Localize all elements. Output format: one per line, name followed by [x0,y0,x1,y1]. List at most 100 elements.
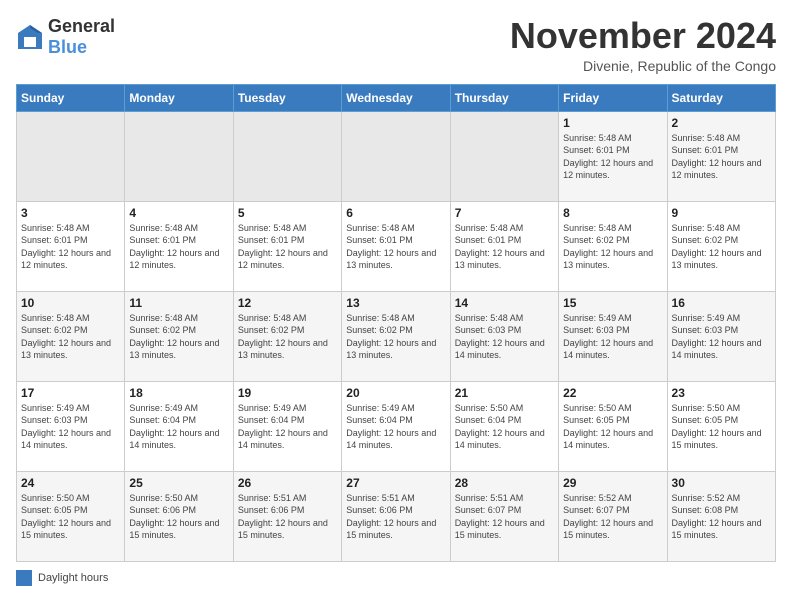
calendar-cell: 20 Sunrise: 5:49 AMSunset: 6:04 PMDaylig… [342,381,450,471]
calendar-day-header: Thursday [450,84,558,111]
calendar-cell: 9 Sunrise: 5:48 AMSunset: 6:02 PMDayligh… [667,201,775,291]
logo-blue: Blue [48,37,87,57]
day-detail: Sunrise: 5:50 AMSunset: 6:05 PMDaylight:… [21,492,120,542]
day-number: 19 [238,386,337,400]
day-detail: Sunrise: 5:48 AMSunset: 6:02 PMDaylight:… [346,312,445,362]
calendar-cell: 24 Sunrise: 5:50 AMSunset: 6:05 PMDaylig… [17,471,125,561]
calendar-week-row: 17 Sunrise: 5:49 AMSunset: 6:03 PMDaylig… [17,381,776,471]
day-number: 5 [238,206,337,220]
day-detail: Sunrise: 5:52 AMSunset: 6:07 PMDaylight:… [563,492,662,542]
day-number: 22 [563,386,662,400]
month-title: November 2024 [510,16,776,56]
day-detail: Sunrise: 5:50 AMSunset: 6:04 PMDaylight:… [455,402,554,452]
calendar-week-row: 10 Sunrise: 5:48 AMSunset: 6:02 PMDaylig… [17,291,776,381]
calendar-cell: 26 Sunrise: 5:51 AMSunset: 6:06 PMDaylig… [233,471,341,561]
day-number: 7 [455,206,554,220]
day-detail: Sunrise: 5:50 AMSunset: 6:05 PMDaylight:… [672,402,771,452]
day-number: 2 [672,116,771,130]
day-detail: Sunrise: 5:52 AMSunset: 6:08 PMDaylight:… [672,492,771,542]
location-title: Divenie, Republic of the Congo [510,58,776,74]
calendar-cell [17,111,125,201]
calendar-cell: 19 Sunrise: 5:49 AMSunset: 6:04 PMDaylig… [233,381,341,471]
calendar-cell [233,111,341,201]
day-number: 25 [129,476,228,490]
calendar-cell: 6 Sunrise: 5:48 AMSunset: 6:01 PMDayligh… [342,201,450,291]
calendar-cell: 25 Sunrise: 5:50 AMSunset: 6:06 PMDaylig… [125,471,233,561]
calendar-cell: 12 Sunrise: 5:48 AMSunset: 6:02 PMDaylig… [233,291,341,381]
day-number: 23 [672,386,771,400]
day-detail: Sunrise: 5:49 AMSunset: 6:04 PMDaylight:… [238,402,337,452]
calendar-day-header: Tuesday [233,84,341,111]
day-number: 29 [563,476,662,490]
day-number: 10 [21,296,120,310]
day-number: 16 [672,296,771,310]
day-number: 8 [563,206,662,220]
day-number: 24 [21,476,120,490]
calendar-cell: 7 Sunrise: 5:48 AMSunset: 6:01 PMDayligh… [450,201,558,291]
logo: General Blue [16,16,115,58]
logo-icon [16,23,44,51]
calendar-cell: 8 Sunrise: 5:48 AMSunset: 6:02 PMDayligh… [559,201,667,291]
day-detail: Sunrise: 5:48 AMSunset: 6:01 PMDaylight:… [238,222,337,272]
calendar-cell: 16 Sunrise: 5:49 AMSunset: 6:03 PMDaylig… [667,291,775,381]
day-detail: Sunrise: 5:48 AMSunset: 6:01 PMDaylight:… [129,222,228,272]
day-detail: Sunrise: 5:48 AMSunset: 6:02 PMDaylight:… [129,312,228,362]
calendar-cell: 15 Sunrise: 5:49 AMSunset: 6:03 PMDaylig… [559,291,667,381]
calendar-cell: 13 Sunrise: 5:48 AMSunset: 6:02 PMDaylig… [342,291,450,381]
calendar-table: SundayMondayTuesdayWednesdayThursdayFrid… [16,84,776,562]
day-detail: Sunrise: 5:48 AMSunset: 6:02 PMDaylight:… [672,222,771,272]
day-number: 20 [346,386,445,400]
calendar-cell: 27 Sunrise: 5:51 AMSunset: 6:06 PMDaylig… [342,471,450,561]
logo-general: General [48,16,115,36]
calendar-cell: 22 Sunrise: 5:50 AMSunset: 6:05 PMDaylig… [559,381,667,471]
calendar-cell: 28 Sunrise: 5:51 AMSunset: 6:07 PMDaylig… [450,471,558,561]
legend: Daylight hours [16,570,776,586]
day-detail: Sunrise: 5:48 AMSunset: 6:02 PMDaylight:… [563,222,662,272]
day-number: 18 [129,386,228,400]
logo-text: General Blue [48,16,115,58]
day-number: 6 [346,206,445,220]
calendar-cell [450,111,558,201]
day-detail: Sunrise: 5:48 AMSunset: 6:01 PMDaylight:… [563,132,662,182]
calendar-cell: 5 Sunrise: 5:48 AMSunset: 6:01 PMDayligh… [233,201,341,291]
day-detail: Sunrise: 5:49 AMSunset: 6:04 PMDaylight:… [346,402,445,452]
calendar-cell: 17 Sunrise: 5:49 AMSunset: 6:03 PMDaylig… [17,381,125,471]
title-area: November 2024 Divenie, Republic of the C… [510,16,776,74]
day-detail: Sunrise: 5:48 AMSunset: 6:01 PMDaylight:… [21,222,120,272]
calendar-cell: 10 Sunrise: 5:48 AMSunset: 6:02 PMDaylig… [17,291,125,381]
day-number: 17 [21,386,120,400]
calendar-cell: 11 Sunrise: 5:48 AMSunset: 6:02 PMDaylig… [125,291,233,381]
calendar-cell: 29 Sunrise: 5:52 AMSunset: 6:07 PMDaylig… [559,471,667,561]
day-number: 28 [455,476,554,490]
day-detail: Sunrise: 5:49 AMSunset: 6:03 PMDaylight:… [21,402,120,452]
day-number: 14 [455,296,554,310]
day-number: 4 [129,206,228,220]
day-number: 11 [129,296,228,310]
calendar-cell: 18 Sunrise: 5:49 AMSunset: 6:04 PMDaylig… [125,381,233,471]
day-number: 27 [346,476,445,490]
calendar-day-header: Friday [559,84,667,111]
day-detail: Sunrise: 5:49 AMSunset: 6:03 PMDaylight:… [563,312,662,362]
calendar-cell: 30 Sunrise: 5:52 AMSunset: 6:08 PMDaylig… [667,471,775,561]
day-number: 9 [672,206,771,220]
calendar-cell [342,111,450,201]
day-detail: Sunrise: 5:50 AMSunset: 6:06 PMDaylight:… [129,492,228,542]
day-detail: Sunrise: 5:51 AMSunset: 6:07 PMDaylight:… [455,492,554,542]
day-detail: Sunrise: 5:48 AMSunset: 6:03 PMDaylight:… [455,312,554,362]
page-header: General Blue November 2024 Divenie, Repu… [16,16,776,74]
calendar-day-header: Sunday [17,84,125,111]
calendar-cell: 2 Sunrise: 5:48 AMSunset: 6:01 PMDayligh… [667,111,775,201]
calendar-cell [125,111,233,201]
calendar-week-row: 3 Sunrise: 5:48 AMSunset: 6:01 PMDayligh… [17,201,776,291]
calendar-cell: 3 Sunrise: 5:48 AMSunset: 6:01 PMDayligh… [17,201,125,291]
day-detail: Sunrise: 5:48 AMSunset: 6:02 PMDaylight:… [238,312,337,362]
calendar-header-row: SundayMondayTuesdayWednesdayThursdayFrid… [17,84,776,111]
calendar-day-header: Wednesday [342,84,450,111]
day-detail: Sunrise: 5:50 AMSunset: 6:05 PMDaylight:… [563,402,662,452]
day-number: 26 [238,476,337,490]
day-detail: Sunrise: 5:48 AMSunset: 6:01 PMDaylight:… [455,222,554,272]
calendar-cell: 4 Sunrise: 5:48 AMSunset: 6:01 PMDayligh… [125,201,233,291]
legend-color-box [16,570,32,586]
calendar-cell: 1 Sunrise: 5:48 AMSunset: 6:01 PMDayligh… [559,111,667,201]
calendar-cell: 23 Sunrise: 5:50 AMSunset: 6:05 PMDaylig… [667,381,775,471]
